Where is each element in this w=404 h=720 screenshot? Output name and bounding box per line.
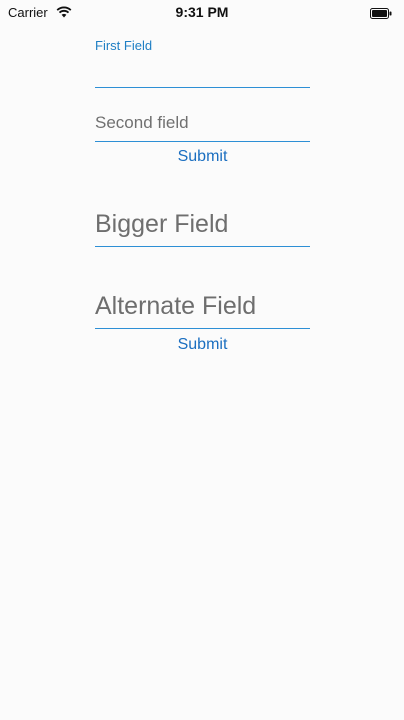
bigger-field-placeholder: Bigger Field: [95, 210, 229, 238]
status-bar: Carrier 9:31 PM: [0, 0, 404, 24]
alternate-field-input[interactable]: Alternate Field: [95, 289, 310, 329]
submit-button-1[interactable]: Submit: [95, 148, 310, 166]
submit-button-2[interactable]: Submit: [95, 336, 310, 354]
first-field-label: First Field: [95, 38, 153, 53]
battery-icon: [370, 6, 392, 19]
first-field-input[interactable]: [95, 60, 310, 88]
second-field-input[interactable]: Second field: [95, 112, 310, 142]
alternate-field-placeholder: Alternate Field: [95, 292, 257, 320]
bigger-field-input[interactable]: Bigger Field: [95, 207, 310, 247]
second-field-placeholder: Second field: [95, 113, 189, 132]
status-time: 9:31 PM: [175, 4, 229, 20]
